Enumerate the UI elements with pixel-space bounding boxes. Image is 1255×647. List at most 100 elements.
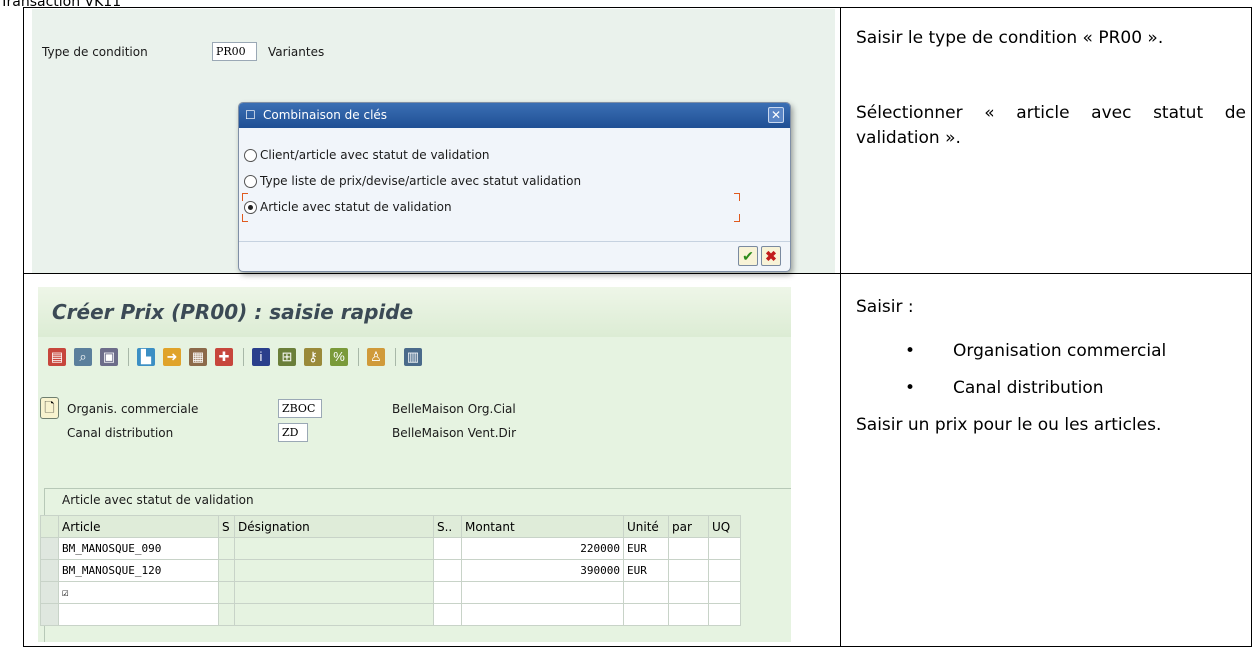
dialog-footer-divider bbox=[239, 241, 790, 242]
dialog-title: Combinaison de clés bbox=[263, 108, 388, 122]
option-price-list[interactable]: Type liste de prix/devise/article avec s… bbox=[244, 171, 581, 191]
option-label: Article avec statut de validation bbox=[260, 200, 452, 214]
cancel-x-icon[interactable]: ✖ bbox=[761, 246, 781, 266]
condition-type-input[interactable]: PR00 bbox=[212, 42, 257, 61]
condition-type-label: Type de condition bbox=[42, 45, 148, 59]
user-icon[interactable]: ♙ bbox=[367, 348, 385, 366]
key-combination-dialog: ☐ Combinaison de clés ✕ Client/article a… bbox=[238, 102, 791, 272]
note-condition-type: Saisir le type de condition « PR00 ». bbox=[856, 28, 1164, 48]
article-cell[interactable]: BM_MANOSQUE_090 bbox=[58, 537, 219, 560]
row-selector[interactable] bbox=[40, 537, 59, 560]
table-column-divider bbox=[840, 7, 841, 647]
find-icon[interactable]: ⌕ bbox=[74, 348, 92, 366]
table-row bbox=[40, 603, 741, 626]
arrow-icon[interactable]: ➜ bbox=[163, 348, 181, 366]
per-cell[interactable] bbox=[668, 603, 709, 626]
uq-cell[interactable] bbox=[708, 559, 741, 582]
note-intro: Saisir : bbox=[856, 297, 914, 317]
unit-cell[interactable] bbox=[623, 581, 669, 604]
status-cell[interactable] bbox=[218, 559, 235, 582]
copy-icon[interactable]: ▙ bbox=[137, 348, 155, 366]
article-cell[interactable]: ☑ bbox=[58, 581, 219, 604]
column-header[interactable]: Montant bbox=[461, 515, 624, 538]
screen-title: Créer Prix (PR00) : saisie rapide bbox=[38, 287, 791, 337]
note-outro: Saisir un prix pour le ou les articles. bbox=[856, 415, 1162, 435]
row-selector[interactable] bbox=[40, 603, 59, 626]
amount-cell[interactable]: 220000 bbox=[461, 537, 624, 560]
focus-bracket bbox=[242, 214, 248, 222]
table-header-row: Article S Désignation S.. Montant Unité … bbox=[40, 515, 741, 538]
option-client-article[interactable]: Client/article avec statut de validation bbox=[244, 145, 490, 165]
s-cell[interactable] bbox=[433, 603, 462, 626]
toolbar-separator bbox=[243, 348, 244, 366]
s-cell[interactable] bbox=[433, 559, 462, 582]
percent-icon[interactable]: % bbox=[330, 348, 348, 366]
bullet-text: Canal distribution bbox=[953, 378, 1104, 398]
designation-cell[interactable] bbox=[234, 559, 434, 582]
info-icon[interactable]: i bbox=[252, 348, 270, 366]
s-cell[interactable] bbox=[433, 581, 462, 604]
key-icon[interactable]: ⚷ bbox=[304, 348, 322, 366]
uq-cell[interactable] bbox=[708, 581, 741, 604]
unit-cell[interactable]: EUR bbox=[623, 537, 669, 560]
org-description: BelleMaison Org.Cial bbox=[392, 402, 516, 416]
designation-cell[interactable] bbox=[234, 603, 434, 626]
article-cell[interactable]: BM_MANOSQUE_120 bbox=[58, 559, 219, 582]
document-icon[interactable]: 🗋 bbox=[40, 397, 59, 419]
focus-bracket bbox=[734, 193, 740, 201]
unit-cell[interactable]: EUR bbox=[623, 559, 669, 582]
dialog-window-icon: ☐ bbox=[245, 108, 256, 122]
column-header[interactable]: UQ bbox=[708, 515, 741, 538]
per-cell[interactable] bbox=[668, 537, 709, 560]
row-selector[interactable] bbox=[40, 515, 59, 538]
unit-cell[interactable] bbox=[623, 603, 669, 626]
column-header[interactable]: Désignation bbox=[234, 515, 434, 538]
confirm-check-icon[interactable]: ✔ bbox=[738, 246, 758, 266]
section-title: Article avec statut de validation bbox=[62, 493, 254, 507]
column-header[interactable]: Article bbox=[58, 515, 219, 538]
details-icon[interactable]: ▣ bbox=[100, 348, 118, 366]
bullet-text: Organisation commercial bbox=[953, 341, 1167, 361]
focus-bracket bbox=[242, 193, 248, 201]
column-header[interactable]: S bbox=[218, 515, 235, 538]
calendar-icon[interactable]: ▦ bbox=[189, 348, 207, 366]
radio-button-selected[interactable] bbox=[244, 200, 257, 214]
status-cell[interactable] bbox=[218, 581, 235, 604]
table-row: BM_MANOSQUE_090 220000 EUR bbox=[40, 537, 741, 560]
canal-label: Canal distribution bbox=[67, 426, 174, 440]
amount-cell[interactable]: 390000 bbox=[461, 559, 624, 582]
option-article-status[interactable]: Article avec statut de validation bbox=[244, 197, 452, 217]
uq-cell[interactable] bbox=[708, 537, 741, 560]
canal-input[interactable]: ZD bbox=[278, 423, 308, 442]
s-cell[interactable] bbox=[433, 537, 462, 560]
column-header[interactable]: Unité bbox=[623, 515, 669, 538]
print-icon[interactable]: ▤ bbox=[48, 348, 66, 366]
amount-cell[interactable] bbox=[461, 603, 624, 626]
row-selector[interactable] bbox=[40, 581, 59, 604]
bullet-icon: • bbox=[905, 378, 916, 398]
org-input[interactable]: ZBOC bbox=[278, 399, 322, 418]
org-label: Organis. commerciale bbox=[67, 402, 199, 416]
article-cell[interactable] bbox=[58, 603, 219, 626]
note-select-option: Sélectionner « article avec statut de va… bbox=[856, 103, 1246, 148]
radio-button[interactable] bbox=[244, 174, 257, 188]
layout-icon[interactable]: ▥ bbox=[404, 348, 422, 366]
radio-button[interactable] bbox=[244, 148, 257, 162]
per-cell[interactable] bbox=[668, 581, 709, 604]
designation-cell[interactable] bbox=[234, 581, 434, 604]
designation-cell[interactable] bbox=[234, 537, 434, 560]
column-header[interactable]: S.. bbox=[433, 515, 462, 538]
amount-cell[interactable] bbox=[461, 581, 624, 604]
status-cell[interactable] bbox=[218, 537, 235, 560]
gift-icon[interactable]: ✚ bbox=[215, 348, 233, 366]
uq-cell[interactable] bbox=[708, 603, 741, 626]
status-cell[interactable] bbox=[218, 603, 235, 626]
close-icon[interactable]: ✕ bbox=[768, 107, 784, 123]
row-selector[interactable] bbox=[40, 559, 59, 582]
canal-description: BelleMaison Vent.Dir bbox=[392, 426, 517, 440]
column-header[interactable]: par bbox=[668, 515, 709, 538]
focus-bracket bbox=[734, 214, 740, 222]
per-cell[interactable] bbox=[668, 559, 709, 582]
option-label: Type liste de prix/devise/article avec s… bbox=[260, 174, 582, 188]
structure-icon[interactable]: ⊞ bbox=[278, 348, 296, 366]
